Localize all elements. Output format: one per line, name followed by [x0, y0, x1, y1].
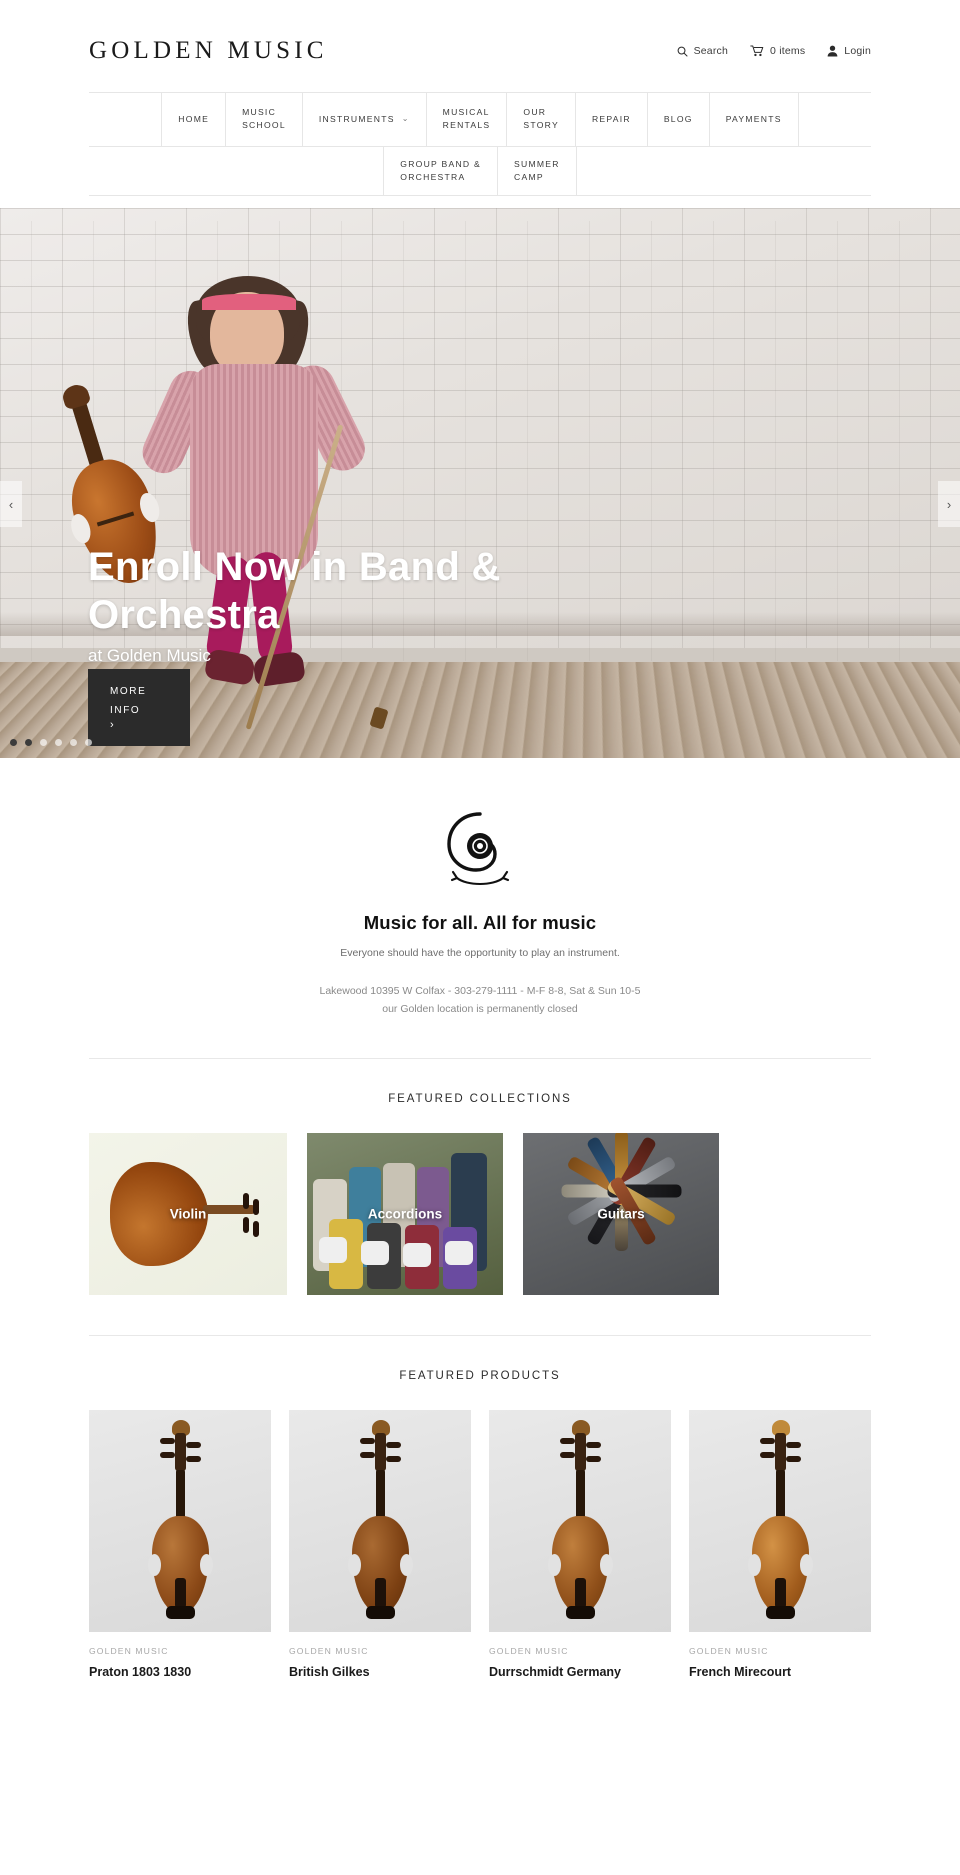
featured-products-title: FEATURED PRODUCTS: [399, 1369, 561, 1382]
nav-item-our-story[interactable]: OUR STORY: [507, 93, 576, 146]
site-logo[interactable]: GOLDEN MUSIC: [89, 37, 328, 65]
product-image: [289, 1409, 471, 1632]
hero-dot[interactable]: [40, 739, 47, 747]
search-label: Search: [693, 45, 729, 57]
brand-intro-section: Music for all. All for music Everyone sh…: [0, 758, 960, 1018]
cart-icon: [750, 45, 764, 57]
nav-row-secondary: GROUP BAND & ORCHESTRA SUMMER CAMP: [89, 145, 871, 196]
store-info-line-1: Lakewood 10395 W Colfax - 303-279-1111 -…: [319, 985, 641, 998]
nav-label: OUR STORY: [523, 107, 559, 131]
nav-label: SUMMER CAMP: [514, 158, 560, 182]
product-card[interactable]: GOLDEN MUSIC Praton 1803 1830: [89, 1409, 271, 1681]
product-vendor: GOLDEN MUSIC: [89, 1645, 169, 1656]
product-vendor: GOLDEN MUSIC: [689, 1645, 769, 1656]
hero-slide-dots: [10, 739, 92, 747]
divider: [89, 1334, 871, 1336]
collection-card-accordions[interactable]: Accordions: [307, 1132, 503, 1295]
product-image: [489, 1409, 671, 1632]
product-title: French Mirecourt: [689, 1664, 792, 1679]
site-header: GOLDEN MUSIC Search 0 items Login HOME M…: [0, 0, 960, 197]
product-card[interactable]: GOLDEN MUSIC French Mirecourt: [689, 1409, 871, 1681]
login-label: Login: [844, 45, 871, 57]
nav-label: REPAIR: [591, 113, 631, 124]
nav-item-summer-camp[interactable]: SUMMER CAMP: [498, 146, 577, 196]
nav-item-group-band-orchestra[interactable]: GROUP BAND & ORCHESTRA: [383, 146, 499, 196]
main-navigation: HOME MUSIC SCHOOL INSTRUMENTS ⌄ MUSICAL R…: [89, 92, 871, 197]
store-info: Lakewood 10395 W Colfax - 303-279-1111 -…: [0, 983, 960, 1018]
cart-item-count: 0 items: [770, 45, 806, 57]
brand-tagline-sub: Everyone should have the opportunity to …: [340, 947, 620, 960]
nav-item-payments[interactable]: PAYMENTS: [710, 93, 799, 146]
store-info-line-2: our Golden location is permanently close…: [382, 1002, 578, 1015]
search-button[interactable]: Search: [677, 45, 728, 57]
hero-button-label: MORE INFO: [110, 686, 147, 717]
nav-item-home[interactable]: HOME: [161, 93, 227, 146]
login-button[interactable]: Login: [827, 45, 871, 57]
product-title: Praton 1803 1830: [89, 1664, 192, 1679]
nav-item-music-school[interactable]: MUSIC SCHOOL: [226, 93, 303, 146]
hero-prev-button[interactable]: ‹: [0, 481, 22, 528]
nav-item-repair[interactable]: REPAIR: [576, 93, 648, 146]
nav-label: MUSICAL RENTALS: [442, 107, 491, 131]
product-vendor: GOLDEN MUSIC: [289, 1645, 369, 1656]
collection-card-violin[interactable]: Violin: [89, 1132, 287, 1295]
product-title: British Gilkes: [289, 1664, 370, 1679]
chevron-right-icon: ›: [946, 496, 952, 512]
nav-label: GROUP BAND & ORCHESTRA: [400, 158, 482, 182]
divider: [89, 1057, 871, 1059]
chevron-left-icon: ‹: [8, 496, 14, 512]
hero-next-button[interactable]: ›: [938, 481, 960, 528]
nav-row-primary: HOME MUSIC SCHOOL INSTRUMENTS ⌄ MUSICAL R…: [89, 93, 871, 146]
product-card[interactable]: GOLDEN MUSIC British Gilkes: [289, 1409, 471, 1681]
featured-collections-title: FEATURED COLLECTIONS: [388, 1092, 572, 1105]
product-title: Durrschmidt Germany: [489, 1664, 621, 1679]
featured-collections-grid: Violin Accordions Guitars: [89, 1132, 871, 1295]
collection-label: Accordions: [367, 1206, 443, 1222]
nav-label: PAYMENTS: [725, 113, 782, 124]
hero-dot[interactable]: [25, 739, 32, 747]
chevron-down-icon: ⌄: [401, 114, 410, 124]
hero-more-info-button[interactable]: MORE INFO ›: [88, 669, 190, 747]
nav-label: MUSIC SCHOOL: [242, 107, 286, 131]
brand-tagline: Music for all. All for music: [363, 912, 597, 934]
featured-products-grid: GOLDEN MUSIC Praton 1803 1830 GOLDEN MUS…: [89, 1409, 871, 1681]
nav-label: HOME: [178, 113, 210, 124]
chevron-right-icon: ›: [110, 719, 116, 732]
hero-dot[interactable]: [70, 739, 77, 747]
hero-dot[interactable]: [85, 739, 92, 747]
product-image: [689, 1409, 871, 1632]
product-image: [89, 1409, 271, 1632]
collection-label: Guitars: [597, 1206, 645, 1222]
nav-item-musical-rentals[interactable]: MUSICAL RENTALS: [427, 93, 508, 146]
collection-label: Violin: [169, 1206, 207, 1222]
search-icon: [677, 46, 688, 57]
product-card[interactable]: GOLDEN MUSIC Durrschmidt Germany: [489, 1409, 671, 1681]
cart-button[interactable]: 0 items: [750, 45, 805, 57]
hero-dot[interactable]: [55, 739, 62, 747]
nav-label: INSTRUMENTS: [318, 113, 395, 124]
collection-card-guitars[interactable]: Guitars: [523, 1132, 719, 1295]
header-tools: Search 0 items Login: [677, 45, 871, 57]
hero-dot[interactable]: [10, 739, 17, 747]
product-vendor: GOLDEN MUSIC: [489, 1645, 569, 1656]
hero-subtitle: at Golden Music: [88, 646, 211, 666]
golden-music-logo-mark: [437, 806, 523, 892]
nav-item-instruments[interactable]: INSTRUMENTS ⌄: [303, 93, 427, 146]
hero-caption: Enroll Now in Band & Orchestra at Golden…: [88, 543, 688, 667]
user-icon: [827, 45, 838, 57]
nav-item-blog[interactable]: BLOG: [648, 93, 710, 146]
hero-title: Enroll Now in Band & Orchestra: [88, 544, 501, 638]
hero-slider: ‹ › Enroll Now in Band & Orchestra at Go…: [0, 208, 960, 759]
nav-label: BLOG: [663, 113, 693, 124]
